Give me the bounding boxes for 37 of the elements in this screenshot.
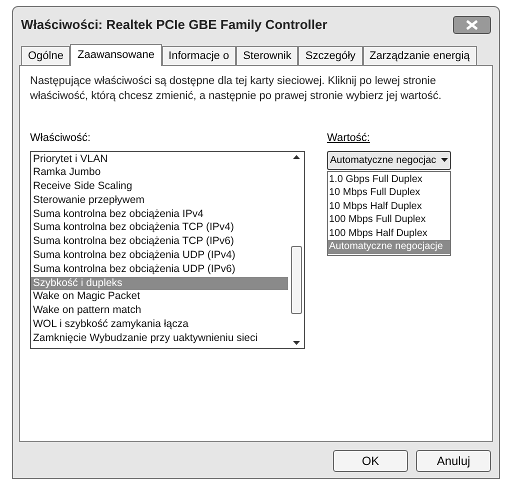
value-label: Wartość:	[327, 131, 371, 146]
dropdown-option[interactable]: 1.0 Gbps Full Duplex	[328, 172, 450, 186]
tab[interactable]: Szczegóły	[298, 46, 363, 65]
property-item[interactable]: WOL i szybkość zamykania łącza	[31, 318, 288, 332]
value-dropdown[interactable]: Automatyczne negocjac	[327, 150, 451, 170]
tab[interactable]: Zaawansowane	[70, 44, 162, 66]
property-item[interactable]: Wake on pattern match	[31, 304, 288, 318]
property-item[interactable]: Suma kontrolna bez obciążenia IPv4	[31, 208, 288, 222]
tab[interactable]: Sterownik	[236, 46, 298, 65]
property-item[interactable]: Suma kontrolna bez obciążenia UDP (IPv6)	[31, 262, 288, 277]
dropdown-arrow-icon	[441, 158, 448, 162]
scroll-up-icon[interactable]	[292, 154, 300, 158]
dropdown-option[interactable]: 10 Mbps Half Duplex	[328, 200, 450, 213]
dialog-button[interactable]: OK	[333, 450, 408, 472]
property-item[interactable]: Receive Side Scaling	[31, 180, 288, 194]
dropdown-option[interactable]: 100 Mbps Half Duplex	[328, 226, 450, 240]
tab[interactable]: Ogólne	[21, 46, 70, 65]
property-item[interactable]: Suma kontrolna bez obciążenia UDP (IPv4)	[31, 249, 288, 263]
scrollbar-thumb[interactable]	[290, 246, 302, 314]
property-item[interactable]: Suma kontrolna bez obciążenia TCP (IPv4)	[31, 221, 288, 236]
property-item[interactable]: Suma kontrolna bez obciążenia TCP (IPv6)	[31, 235, 288, 250]
window-title: Właściwości: Realtek PCIe GBE Family Controller	[21, 16, 328, 34]
scroll-down-icon[interactable]	[292, 340, 300, 344]
description-text: Następujące właściwości są dostępne dla tej karty sieciowej. Kliknij po lewej stronie właściwość, którą chcesz zmienić, a następnie po prawej stronie wybierz jej wartość.	[30, 74, 442, 104]
property-item[interactable]: Sterowanie przepływem	[31, 194, 288, 208]
property-label: Właściwość:	[30, 131, 92, 146]
dropdown-option[interactable]: 10 Mbps Full Duplex	[328, 186, 450, 200]
property-item[interactable]: Ramka Jumbo	[31, 166, 288, 180]
dropdown-option[interactable]: 100 Mbps Full Duplex	[328, 213, 450, 226]
dialog-button[interactable]: Anuluj	[416, 450, 491, 472]
tab[interactable]: Zarządzanie energią	[362, 46, 477, 65]
property-item[interactable]: Priorytet i VLAN	[31, 152, 288, 166]
close-button[interactable]	[453, 16, 491, 34]
tab[interactable]: Informacje o	[162, 46, 236, 65]
close-icon	[466, 20, 478, 30]
property-item[interactable]: Wake on Magic Packet	[31, 290, 288, 304]
property-item[interactable]: Zamknięcie Wybudzanie przy uaktywnieniu sieci	[31, 332, 288, 346]
